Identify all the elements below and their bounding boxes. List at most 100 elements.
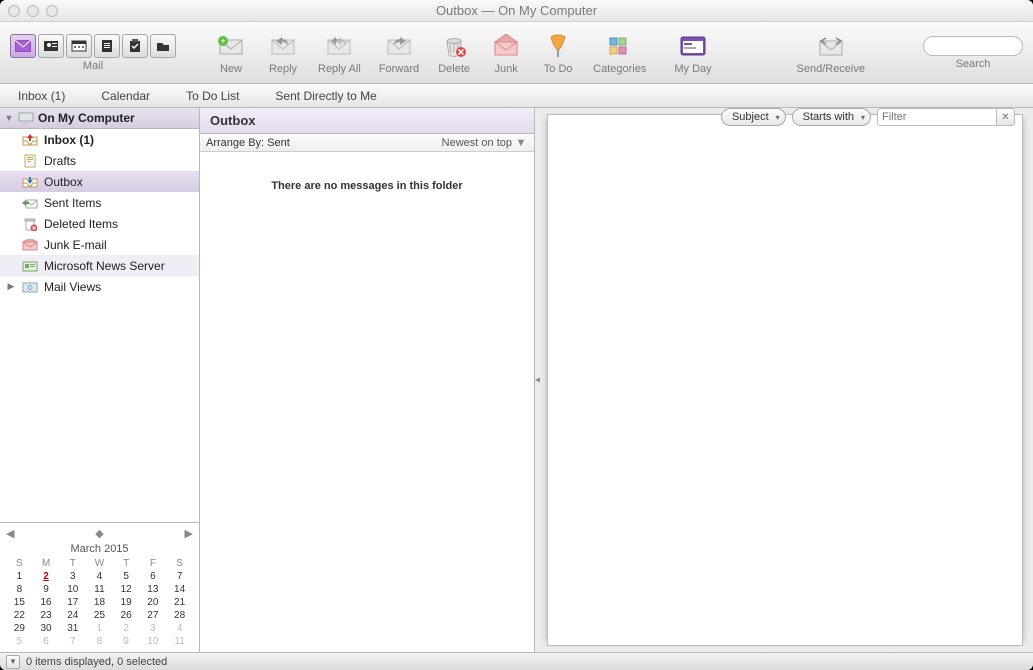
new-button[interactable]: + xyxy=(214,31,248,61)
cal-day[interactable]: 12 xyxy=(113,583,140,596)
cal-day[interactable]: 31 xyxy=(59,622,86,635)
reply-all-button[interactable] xyxy=(322,31,356,61)
cal-day[interactable]: 10 xyxy=(59,583,86,596)
cal-day[interactable]: 5 xyxy=(113,570,140,583)
window-title: Outbox — On My Computer xyxy=(0,3,1033,18)
folder-root-label: On My Computer xyxy=(38,111,135,125)
view-tab-inbox[interactable]: Inbox (1) xyxy=(18,89,65,103)
cal-day[interactable]: 27 xyxy=(140,609,167,622)
forward-button[interactable] xyxy=(382,31,416,61)
cal-day[interactable]: 8 xyxy=(6,583,33,596)
folder-item[interactable]: Sent Items xyxy=(0,192,199,213)
cal-day[interactable]: 3 xyxy=(140,622,167,635)
mail-views-item[interactable]: ▶ Mail Views xyxy=(0,276,199,297)
cal-day[interactable]: 16 xyxy=(33,596,60,609)
preview-page xyxy=(547,114,1023,646)
project-mode-button[interactable] xyxy=(150,34,176,58)
cal-day[interactable]: 11 xyxy=(166,635,193,648)
cal-day[interactable]: 5 xyxy=(6,635,33,648)
cal-day[interactable]: 1 xyxy=(86,622,113,635)
folder-label: Junk E-mail xyxy=(44,238,107,252)
cal-day[interactable]: 9 xyxy=(33,583,60,596)
cal-day[interactable]: 2 xyxy=(33,570,60,583)
cal-day[interactable]: 11 xyxy=(86,583,113,596)
folder-item[interactable]: Deleted Items xyxy=(0,213,199,234)
myday-button[interactable] xyxy=(676,31,710,61)
cal-day[interactable]: 13 xyxy=(140,583,167,596)
search-input[interactable] xyxy=(923,36,1023,56)
mail-mode-button[interactable] xyxy=(10,34,36,58)
filter-field-dropdown[interactable]: Subject xyxy=(721,108,786,126)
cal-today-dot[interactable]: ◆ xyxy=(95,527,103,540)
search-label: Search xyxy=(956,58,991,70)
sort-toggle-button[interactable]: ▼ xyxy=(514,137,528,149)
close-window-button[interactable] xyxy=(8,5,20,17)
cal-day[interactable]: 8 xyxy=(86,635,113,648)
cal-day[interactable]: 10 xyxy=(140,635,167,648)
filter-clear-button[interactable]: ✕ xyxy=(997,108,1015,126)
cal-day[interactable]: 2 xyxy=(113,622,140,635)
cal-next-button[interactable]: ▶ xyxy=(185,527,193,540)
trash-icon xyxy=(22,217,38,231)
view-tab-calendar[interactable]: Calendar xyxy=(101,89,150,103)
statusbar: ▼ 0 items displayed, 0 selected xyxy=(0,652,1033,670)
filter-input[interactable] xyxy=(877,108,997,126)
cal-day[interactable]: 4 xyxy=(86,570,113,583)
disclosure-triangle-icon[interactable]: ▶ xyxy=(6,281,16,292)
folder-item[interactable]: Outbox xyxy=(0,171,199,192)
folder-tree: ▼ On My Computer Inbox (1)DraftsOutboxSe… xyxy=(0,108,199,522)
notes-mode-button[interactable] xyxy=(94,34,120,58)
cal-day[interactable]: 15 xyxy=(6,596,33,609)
zoom-window-button[interactable] xyxy=(46,5,58,17)
delete-button[interactable] xyxy=(437,31,471,61)
cal-day[interactable]: 7 xyxy=(166,570,193,583)
cal-day[interactable]: 17 xyxy=(59,596,86,609)
folder-root[interactable]: ▼ On My Computer xyxy=(0,108,199,129)
cal-day[interactable]: 21 xyxy=(166,596,193,609)
splitter-handle[interactable]: ◂ xyxy=(535,375,540,386)
mail-views-icon xyxy=(22,280,38,294)
junk-button[interactable] xyxy=(489,31,523,61)
cal-prev-button[interactable]: ◀ xyxy=(6,527,14,540)
cal-day[interactable]: 25 xyxy=(86,609,113,622)
cal-day[interactable]: 30 xyxy=(33,622,60,635)
folder-item[interactable]: Inbox (1) xyxy=(0,129,199,150)
cal-dow: S xyxy=(166,557,193,570)
status-menu-button[interactable]: ▼ xyxy=(6,655,20,669)
minimize-window-button[interactable] xyxy=(27,5,39,17)
cal-day[interactable]: 24 xyxy=(59,609,86,622)
sort-order-label[interactable]: Newest on top xyxy=(442,137,512,149)
folder-item[interactable]: Drafts xyxy=(0,150,199,171)
disclosure-triangle-icon[interactable]: ▼ xyxy=(4,113,14,123)
folder-item[interactable]: Microsoft News Server xyxy=(0,255,199,276)
cal-day[interactable]: 28 xyxy=(166,609,193,622)
categories-button[interactable] xyxy=(603,31,637,61)
message-list-pane: Outbox Arrange By: Sent Newest on top ▼ … xyxy=(200,108,535,652)
arrange-by-label[interactable]: Arrange By: Sent xyxy=(206,137,290,149)
cal-day[interactable]: 4 xyxy=(166,622,193,635)
view-tab-todolist[interactable]: To Do List xyxy=(186,89,239,103)
calendar-mode-button[interactable] xyxy=(66,34,92,58)
cal-day[interactable]: 26 xyxy=(113,609,140,622)
cal-day[interactable]: 23 xyxy=(33,609,60,622)
sendreceive-button[interactable] xyxy=(814,31,848,61)
view-tab-sent-directly[interactable]: Sent Directly to Me xyxy=(275,89,376,103)
cal-day[interactable]: 9 xyxy=(113,635,140,648)
cal-day[interactable]: 6 xyxy=(140,570,167,583)
cal-day[interactable]: 29 xyxy=(6,622,33,635)
tasks-mode-button[interactable] xyxy=(122,34,148,58)
todo-button[interactable] xyxy=(541,31,575,61)
cal-day[interactable]: 20 xyxy=(140,596,167,609)
cal-day[interactable]: 19 xyxy=(113,596,140,609)
folder-item[interactable]: Junk E-mail xyxy=(0,234,199,255)
cal-day[interactable]: 7 xyxy=(59,635,86,648)
reply-button[interactable] xyxy=(266,31,300,61)
cal-day[interactable]: 6 xyxy=(33,635,60,648)
cal-day[interactable]: 3 xyxy=(59,570,86,583)
cal-day[interactable]: 22 xyxy=(6,609,33,622)
cal-day[interactable]: 14 xyxy=(166,583,193,596)
filter-op-dropdown[interactable]: Starts with xyxy=(792,108,871,126)
contacts-mode-button[interactable] xyxy=(38,34,64,58)
cal-day[interactable]: 1 xyxy=(6,570,33,583)
cal-day[interactable]: 18 xyxy=(86,596,113,609)
